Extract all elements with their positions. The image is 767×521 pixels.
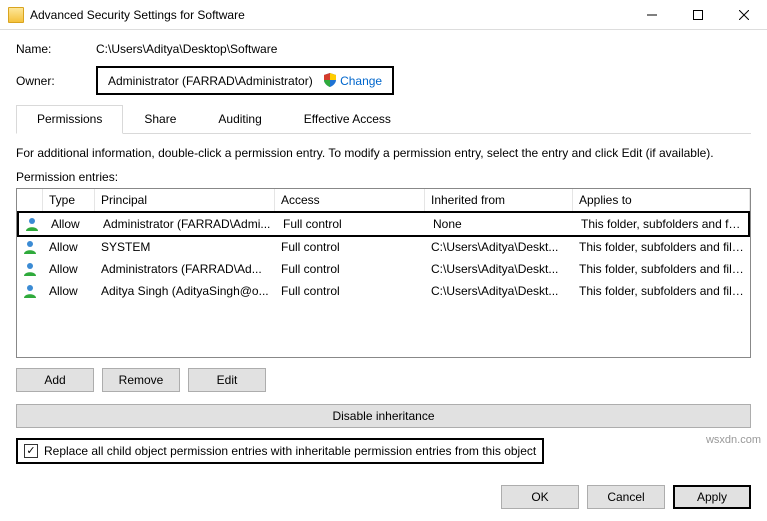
table-row[interactable]: AllowAdministrators (FARRAD\Ad...Full co… <box>17 258 750 280</box>
cell-access: Full control <box>275 238 425 256</box>
cell-applies: This folder, subfolders and files <box>575 215 748 233</box>
cell-applies: This folder, subfolders and files <box>573 282 750 300</box>
cell-principal: Aditya Singh (AdityaSingh@o... <box>95 282 275 300</box>
tab-auditing[interactable]: Auditing <box>197 105 282 133</box>
edit-button[interactable]: Edit <box>188 368 266 392</box>
remove-button[interactable]: Remove <box>102 368 180 392</box>
cell-type: Allow <box>45 215 97 233</box>
disable-inheritance-button[interactable]: Disable inheritance <box>16 404 751 428</box>
cell-type: Allow <box>43 238 95 256</box>
window-title: Advanced Security Settings for Software <box>30 8 629 22</box>
col-access[interactable]: Access <box>275 189 425 211</box>
replace-checkbox-row[interactable]: ✓ Replace all child object permission en… <box>16 438 544 464</box>
table-row[interactable]: AllowAditya Singh (AdityaSingh@o...Full … <box>17 280 750 302</box>
cell-access: Full control <box>277 215 427 233</box>
col-applies[interactable]: Applies to <box>573 189 750 211</box>
shield-icon <box>323 73 337 88</box>
maximize-button[interactable] <box>675 0 721 30</box>
cell-principal: Administrators (FARRAD\Ad... <box>95 260 275 278</box>
col-type[interactable]: Type <box>43 189 95 211</box>
cell-inherited: None <box>427 215 575 233</box>
replace-checkbox-label: Replace all child object permission entr… <box>44 444 536 458</box>
entry-buttons: Add Remove Edit <box>16 368 751 392</box>
cell-access: Full control <box>275 260 425 278</box>
cell-applies: This folder, subfolders and files <box>573 238 750 256</box>
cell-type: Allow <box>43 260 95 278</box>
change-owner-link[interactable]: Change <box>323 73 382 88</box>
user-icon <box>22 239 38 255</box>
owner-box: Administrator (FARRAD\Administrator) Cha… <box>96 66 394 95</box>
titlebar: Advanced Security Settings for Software <box>0 0 767 30</box>
footer-buttons: OK Cancel Apply <box>501 485 751 509</box>
tab-permissions[interactable]: Permissions <box>16 105 123 134</box>
tabs: Permissions Share Auditing Effective Acc… <box>16 105 751 134</box>
tab-share[interactable]: Share <box>123 105 197 133</box>
tab-effective-access[interactable]: Effective Access <box>283 105 412 133</box>
entries-label: Permission entries: <box>16 170 751 184</box>
owner-value: Administrator (FARRAD\Administrator) <box>108 74 313 88</box>
user-icon <box>24 216 40 232</box>
col-principal[interactable]: Principal <box>95 189 275 211</box>
owner-label: Owner: <box>16 74 96 88</box>
cell-applies: This folder, subfolders and files <box>573 260 750 278</box>
ok-button[interactable]: OK <box>501 485 579 509</box>
name-value: C:\Users\Aditya\Desktop\Software <box>96 42 277 56</box>
minimize-button[interactable] <box>629 0 675 30</box>
table-row[interactable]: AllowSYSTEMFull controlC:\Users\Aditya\D… <box>17 236 750 258</box>
replace-checkbox[interactable]: ✓ <box>24 444 38 458</box>
col-icon[interactable] <box>17 189 43 211</box>
table-row[interactable]: AllowAdministrator (FARRAD\Admi...Full c… <box>17 211 750 237</box>
cell-inherited: C:\Users\Aditya\Deskt... <box>425 282 573 300</box>
apply-button[interactable]: Apply <box>673 485 751 509</box>
name-label: Name: <box>16 42 96 56</box>
col-inherited[interactable]: Inherited from <box>425 189 573 211</box>
user-icon <box>22 283 38 299</box>
info-text: For additional information, double-click… <box>16 146 751 160</box>
change-link-text: Change <box>340 74 382 88</box>
cell-type: Allow <box>43 282 95 300</box>
cell-principal: Administrator (FARRAD\Admi... <box>97 215 277 233</box>
permissions-table: Type Principal Access Inherited from App… <box>16 188 751 358</box>
user-icon <box>22 261 38 277</box>
content-area: Name: C:\Users\Aditya\Desktop\Software O… <box>0 30 767 476</box>
add-button[interactable]: Add <box>16 368 94 392</box>
cell-access: Full control <box>275 282 425 300</box>
close-button[interactable] <box>721 0 767 30</box>
cancel-button[interactable]: Cancel <box>587 485 665 509</box>
folder-icon <box>8 7 24 23</box>
cell-inherited: C:\Users\Aditya\Deskt... <box>425 238 573 256</box>
cell-principal: SYSTEM <box>95 238 275 256</box>
cell-inherited: C:\Users\Aditya\Deskt... <box>425 260 573 278</box>
watermark: wsxdn.com <box>706 434 761 446</box>
